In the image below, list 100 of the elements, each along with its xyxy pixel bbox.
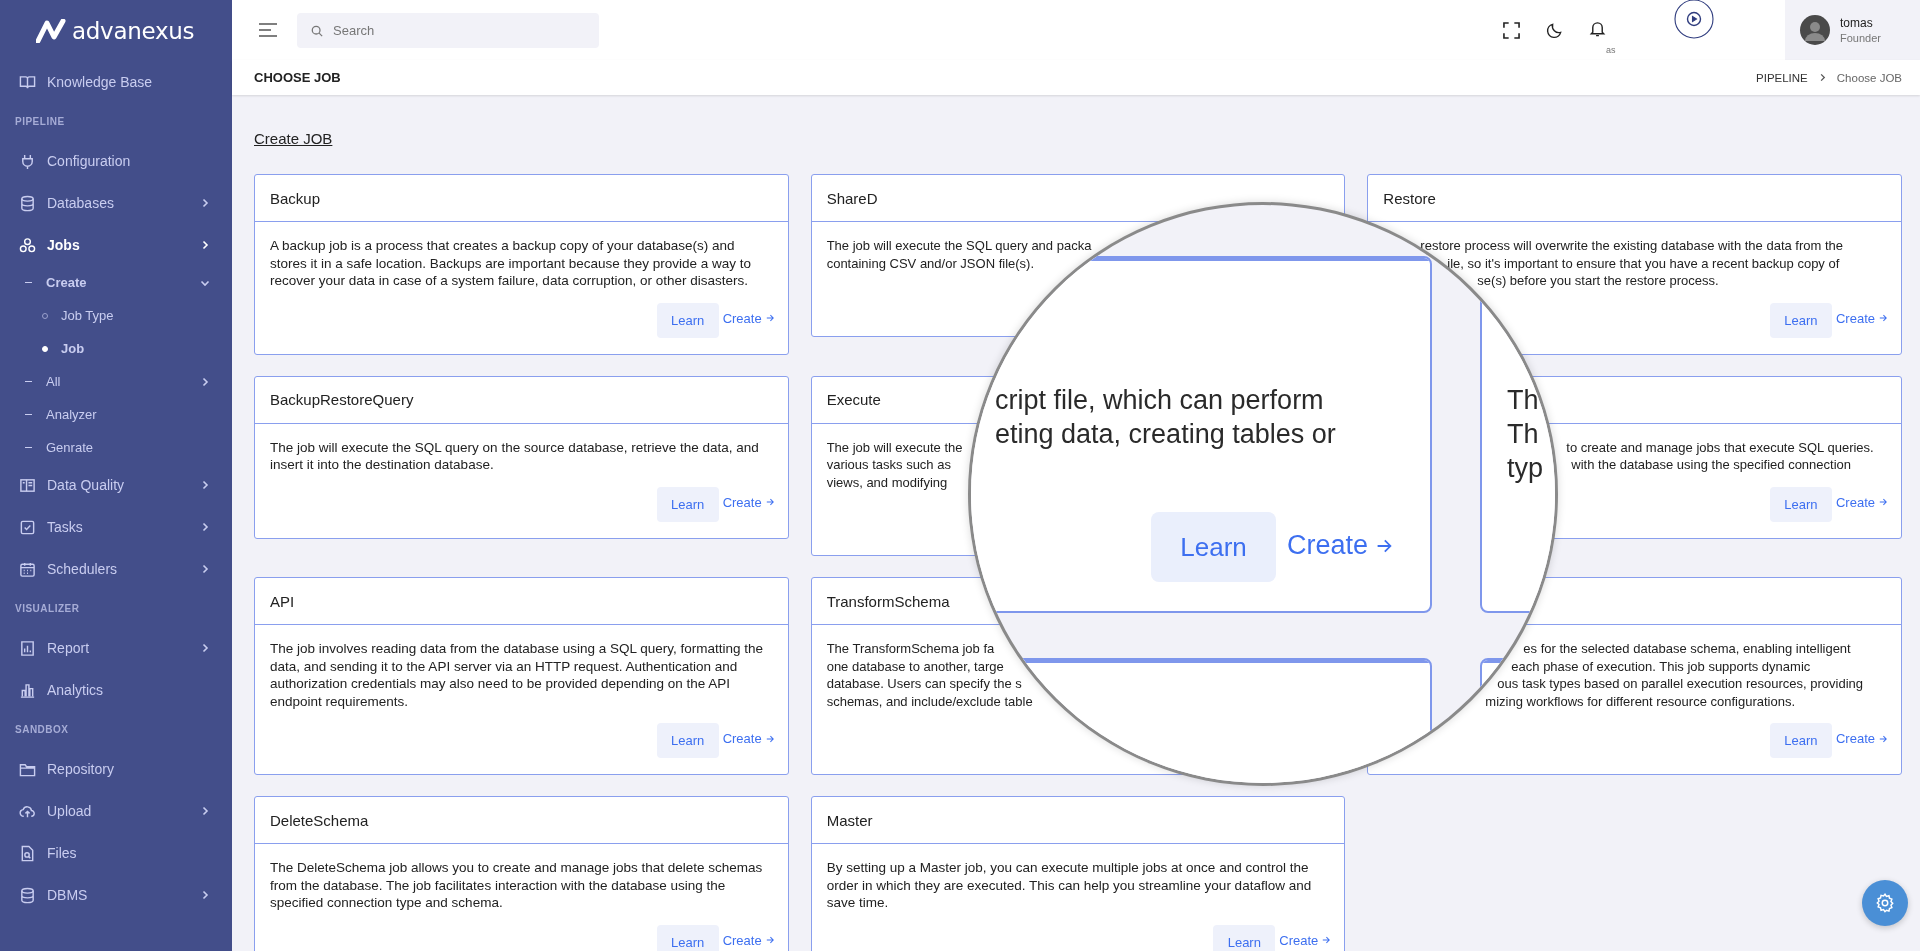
stray-text: as (1606, 44, 1616, 55)
magnified-text: Th (1507, 384, 1539, 417)
learn-button[interactable]: Learn (656, 723, 719, 758)
sidebar-item[interactable]: Tasks (0, 506, 232, 548)
user-menu[interactable]: tomas Founder (1785, 0, 1920, 60)
card-title: ShareD (826, 189, 878, 207)
description-fragment: views, and modifying (826, 473, 948, 491)
user-name: tomas (1840, 16, 1874, 30)
report-icon (19, 639, 36, 657)
create-link[interactable]: Create (722, 494, 774, 510)
chevron-icon (200, 198, 210, 208)
sidebar-subitem[interactable]: All (0, 365, 232, 398)
moon-icon[interactable] (1546, 21, 1563, 39)
card-title: TransformSchema (826, 592, 950, 610)
description-fragment: each phase of execution. This job supports dynamic (1511, 657, 1811, 675)
section-label: PIPELINE (14, 115, 66, 129)
create-link[interactable]: Create (1287, 530, 1393, 561)
card-title: Restore (1383, 189, 1436, 207)
arrow-right-icon (1879, 734, 1887, 743)
sidebar-item[interactable]: Data Quality (0, 464, 232, 506)
create-link[interactable]: Create (1279, 932, 1331, 948)
sidebar-item[interactable]: Databases (0, 182, 232, 224)
breadcrumb-item[interactable]: PIPELINE (1756, 71, 1808, 84)
chevron-icon (200, 806, 210, 816)
sidebar-item[interactable]: DBMS (0, 874, 232, 916)
magnified-text: Th (1507, 418, 1539, 451)
sidebar-subitem[interactable]: Create (0, 266, 232, 299)
learn-button[interactable]: Learn (1769, 302, 1832, 338)
card-title: Execute (826, 391, 881, 408)
fullscreen-icon[interactable] (1503, 21, 1520, 39)
chevron-icon (200, 480, 210, 490)
gear-icon (1874, 892, 1896, 914)
learn-button[interactable]: Learn (1769, 486, 1832, 522)
calendar-icon (19, 560, 36, 578)
description-fragment: to create and manage jobs that execute SQL queries. (1566, 438, 1874, 456)
description-fragment: The TransformSchema job fa (826, 640, 995, 658)
search-field[interactable]: Search (297, 12, 599, 48)
learn-button[interactable]: Learn (1151, 512, 1276, 582)
create-link[interactable]: Create (722, 932, 774, 948)
create-link[interactable]: Create (1835, 310, 1887, 326)
learn-button[interactable]: Learn (656, 486, 719, 522)
description-fragment: database. Users can specify the s (826, 675, 1022, 693)
create-link[interactable]: Create (722, 731, 774, 746)
cubes-icon (19, 236, 36, 254)
sidebar-item[interactable]: Configuration (0, 140, 232, 182)
checkbox-icon (19, 518, 36, 536)
create-link[interactable]: Create (722, 310, 774, 326)
magnified-text: typ (1507, 452, 1544, 485)
sidebar-item[interactable]: Upload (0, 790, 232, 832)
sidebar-item[interactable]: Analytics (0, 669, 232, 711)
layout-icon (19, 476, 36, 494)
menu-icon[interactable] (258, 23, 278, 37)
card-title: Backup (270, 189, 321, 207)
bell-icon[interactable] (1589, 19, 1606, 37)
settings-button[interactable] (1862, 880, 1908, 926)
create-link[interactable]: Create (1835, 494, 1887, 510)
sidebar-subitem[interactable]: Job Type (0, 299, 232, 332)
sidebar-subitem[interactable]: Job (0, 332, 232, 365)
description-fragment: mizing workflows for different resource configurations. (1485, 692, 1796, 710)
learn-button[interactable]: Learn (656, 924, 719, 951)
description-fragment: containing CSV and/or JSON file(s). (826, 254, 1035, 272)
play-circle-button[interactable] (1674, 0, 1714, 39)
sidebar-item[interactable]: Repository (0, 748, 232, 790)
arrow-right-icon (765, 734, 774, 743)
description-fragment: various tasks such as (826, 456, 951, 474)
magnified-text: eting data, creating tables or (995, 418, 1336, 451)
create-link[interactable]: Create (1835, 731, 1887, 746)
chevron-icon (200, 564, 210, 574)
chevron-icon (200, 643, 210, 653)
book-icon (19, 73, 36, 91)
description-fragment: The job will execute the SQL query and packa (826, 237, 1092, 255)
description-fragment: schemas, and include/exclude table (826, 692, 1033, 710)
sidebar-item[interactable]: Jobs (0, 224, 232, 266)
learn-button[interactable]: Learn (1213, 924, 1276, 951)
description-fragment: se(s) before you start the restore process. (1477, 272, 1719, 290)
sidebar-subitem[interactable]: Genrate (0, 431, 232, 464)
learn-button[interactable]: Learn (656, 302, 719, 338)
card-description: The DeleteSchema job allows you to create and manage jobs that delete schemas from the database. The job facilitates interaction with the database using the specified connection type and schema. (270, 859, 764, 912)
card-title: Master (826, 811, 873, 829)
bar-chart-icon (19, 681, 36, 699)
page-title: CHOOSE JOB (254, 70, 341, 85)
arrow-right-icon (1879, 498, 1887, 506)
learn-button[interactable]: Learn (1769, 723, 1832, 758)
sidebar-item[interactable]: Report (0, 627, 232, 669)
description-fragment: with the database using the specified connection (1571, 456, 1852, 474)
section-label: SANDBOX (14, 723, 70, 737)
description-fragment: ile, so it's important to ensure that you have a recent backup copy of (1447, 254, 1840, 272)
card-description: The job will execute the SQL query on the source database, retrieve the data, and insert it into the destination database. (270, 438, 760, 474)
card-title: BackupRestoreQuery (270, 391, 414, 408)
logo-text: advanexus (72, 17, 195, 44)
sidebar-subitem[interactable]: Analyzer (0, 398, 232, 431)
database-icon (19, 194, 36, 212)
sidebar-item[interactable]: Schedulers (0, 548, 232, 590)
search-icon (311, 24, 323, 37)
arrow-right-icon (765, 314, 774, 322)
magnified-text: cript file, which can perform (995, 384, 1324, 417)
sidebar-item[interactable]: Knowledge Base (0, 61, 232, 103)
description-fragment: The job will execute the (826, 438, 963, 456)
sidebar-item[interactable]: Files (0, 832, 232, 874)
arrow-right-icon (765, 936, 774, 944)
